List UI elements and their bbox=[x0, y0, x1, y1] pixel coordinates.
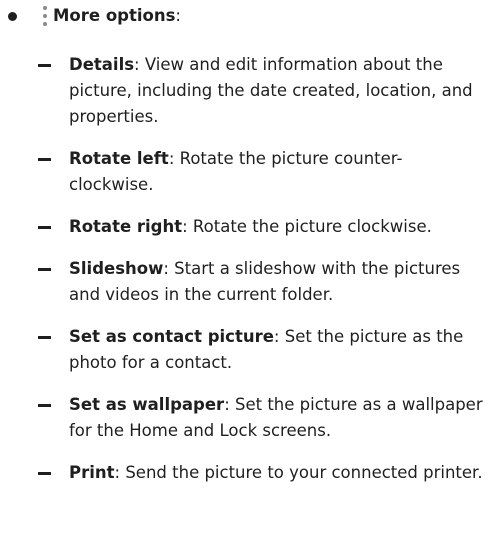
more-options-colon: : bbox=[175, 6, 181, 25]
list-item-term: Set as wallpaper bbox=[69, 395, 225, 414]
more-options-icon bbox=[42, 6, 48, 26]
list-item-text: Details: View and edit information about… bbox=[69, 52, 484, 130]
bullet-dot-icon bbox=[8, 12, 17, 21]
more-options-label: More options bbox=[53, 6, 176, 25]
dash-bullet-icon bbox=[38, 336, 51, 339]
dash-bullet-icon bbox=[38, 226, 51, 229]
dash-bullet-icon bbox=[38, 158, 51, 161]
list-item-set-as-wallpaper: Set as wallpaper: Set the picture as a w… bbox=[38, 392, 484, 444]
document-page: More options: Details: View and edit inf… bbox=[0, 0, 492, 542]
list-item-details: Details: View and edit information about… bbox=[38, 52, 484, 130]
list-item-description: : Rotate the picture clockwise. bbox=[182, 217, 432, 236]
dash-bullet-icon bbox=[38, 472, 51, 475]
list-item-text: Rotate left: Rotate the picture counter-… bbox=[69, 146, 484, 198]
list-item-term: Print bbox=[69, 463, 115, 482]
list-item-text: Set as wallpaper: Set the picture as a w… bbox=[69, 392, 484, 444]
list-item-term: Rotate left bbox=[69, 149, 169, 168]
list-item-text: Rotate right: Rotate the picture clockwi… bbox=[69, 214, 484, 240]
list-item-description: : Send the picture to your connected pri… bbox=[114, 463, 483, 482]
more-options-list: Details: View and edit information about… bbox=[38, 52, 484, 502]
list-item-term: Slideshow bbox=[69, 259, 164, 278]
list-item-term: Set as contact picture bbox=[69, 327, 274, 346]
list-item-rotate-right: Rotate right: Rotate the picture clockwi… bbox=[38, 214, 484, 240]
dash-bullet-icon bbox=[38, 64, 51, 67]
list-item-set-as-contact-picture: Set as contact picture: Set the picture … bbox=[38, 324, 484, 376]
list-item-term: Details bbox=[69, 55, 135, 74]
dash-bullet-icon bbox=[38, 404, 51, 407]
more-options-bullet: More options: bbox=[0, 3, 480, 29]
list-item-text: Slideshow: Start a slideshow with the pi… bbox=[69, 256, 484, 308]
list-item-rotate-left: Rotate left: Rotate the picture counter-… bbox=[38, 146, 484, 198]
list-item-slideshow: Slideshow: Start a slideshow with the pi… bbox=[38, 256, 484, 308]
dash-bullet-icon bbox=[38, 268, 51, 271]
list-item-text: Print: Send the picture to your connecte… bbox=[69, 460, 484, 486]
list-item-term: Rotate right bbox=[69, 217, 183, 236]
list-item-text: Set as contact picture: Set the picture … bbox=[69, 324, 484, 376]
more-options-heading: More options: bbox=[53, 3, 181, 29]
list-item-print: Print: Send the picture to your connecte… bbox=[38, 460, 484, 486]
